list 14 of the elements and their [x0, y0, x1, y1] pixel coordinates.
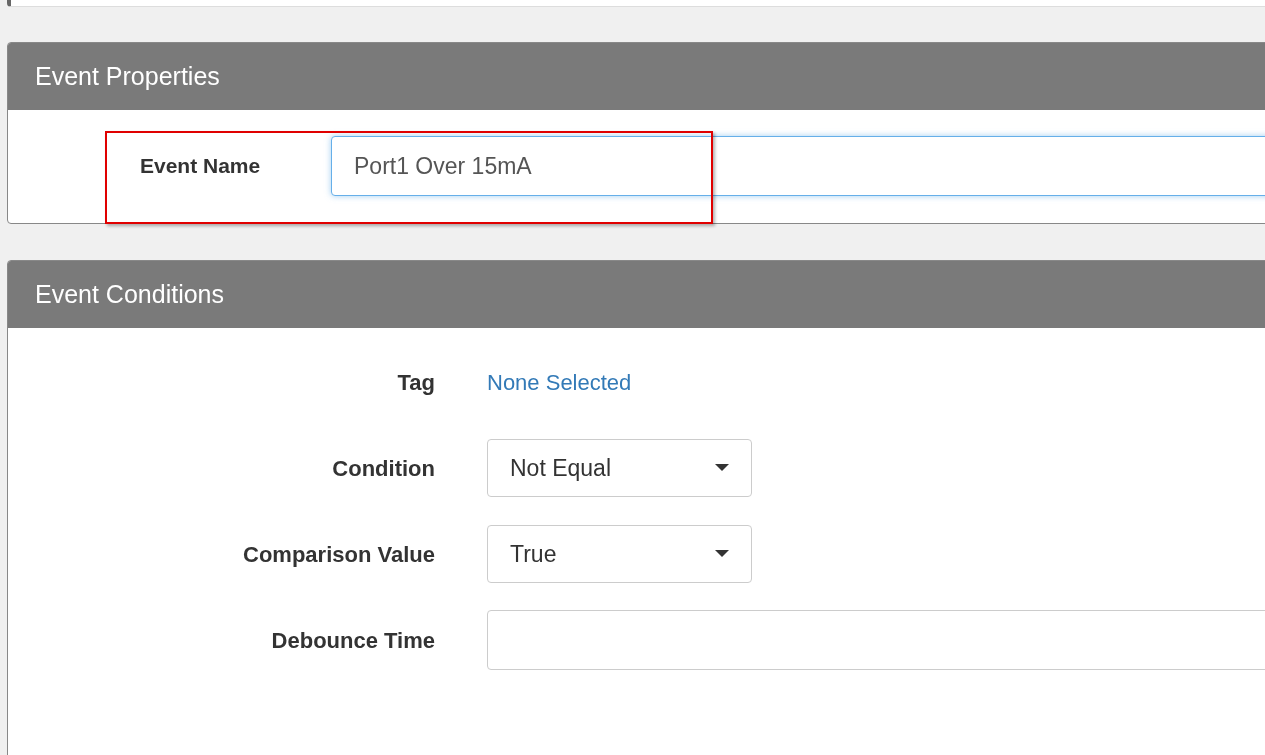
field-label: Condition [331, 454, 435, 483]
field-label: Comparison Value [242, 540, 435, 569]
input-field[interactable]: Port1 Over 15mA [331, 136, 1265, 196]
field-label: Debounce Time [270, 626, 435, 655]
input-field[interactable] [487, 610, 1265, 670]
panel-title: Event Properties [35, 60, 220, 92]
caret-icon [715, 464, 729, 472]
tag-link[interactable]: None Selected [487, 365, 632, 399]
select-dropdown[interactable]: Not Equal [487, 439, 752, 497]
field-label: Event Name [140, 153, 262, 179]
select-dropdown[interactable]: True [487, 525, 752, 583]
panel-title: Event Conditions [35, 278, 224, 310]
field-label: Tag [396, 368, 435, 397]
caret-icon [715, 550, 729, 558]
